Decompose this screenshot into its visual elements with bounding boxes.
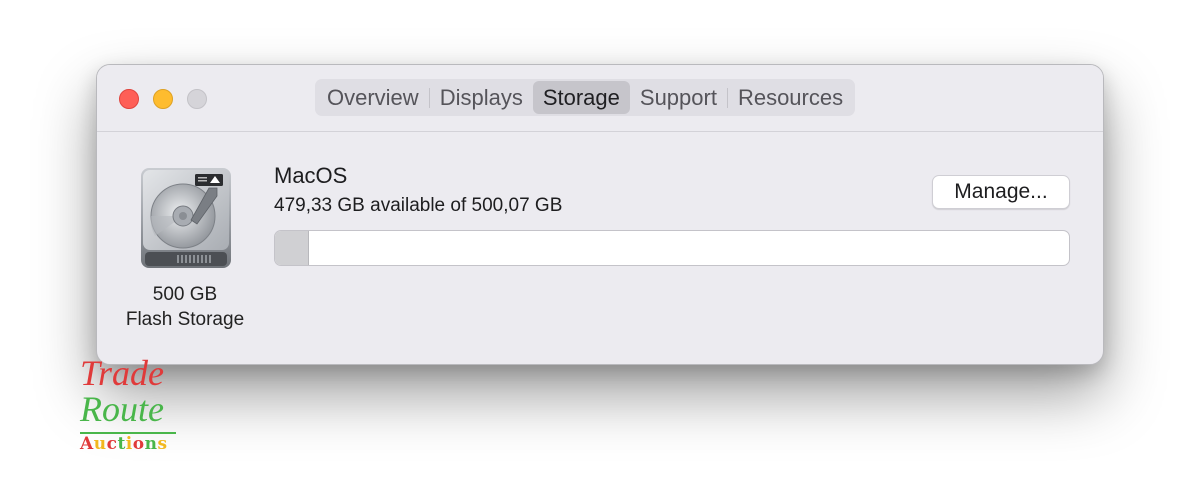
tab-support[interactable]: Support: [630, 81, 727, 114]
watermark-letter: o: [132, 434, 145, 454]
watermark-letter: n: [144, 434, 158, 454]
trade-route-auctions-watermark: Trade Route Auctions: [78, 352, 188, 462]
titlebar: Overview Displays Storage Support Resour…: [97, 65, 1103, 132]
watermark-letter: A: [80, 434, 94, 454]
watermark-letter: t: [117, 434, 126, 454]
tab-storage[interactable]: Storage: [532, 81, 630, 114]
watermark-letter: s: [157, 434, 168, 454]
close-window-button[interactable]: [119, 89, 139, 109]
hard-drive-icon: [137, 166, 235, 270]
tab-displays[interactable]: Displays: [430, 81, 533, 114]
watermark-letter: c: [106, 434, 118, 454]
disk-kind-label: Flash Storage: [125, 309, 245, 330]
manage-button[interactable]: Manage...: [932, 175, 1070, 209]
tab-bar: Overview Displays Storage Support Resour…: [315, 79, 856, 116]
disk-size-label: 500 GB: [152, 284, 218, 305]
tab-overview[interactable]: Overview: [317, 81, 429, 114]
storage-pane: 500 GB Flash Storage MacOS 479,33 GB ava…: [97, 132, 1103, 364]
screenshot-stage: Overview Displays Storage Support Resour…: [0, 0, 1200, 493]
storage-used-segment: [275, 231, 309, 265]
tab-resources[interactable]: Resources: [728, 81, 853, 114]
watermark-letter: i: [125, 434, 133, 454]
about-this-mac-window: Overview Displays Storage Support Resour…: [96, 64, 1104, 365]
volume-availability: 479,33 GB available of 500,07 GB: [274, 195, 563, 216]
watermark-line-auctions: Auctions: [80, 434, 168, 454]
storage-usage-bar: [274, 230, 1070, 266]
zoom-window-button[interactable]: [187, 89, 207, 109]
minimize-window-button[interactable]: [153, 89, 173, 109]
watermark-line-route: Route: [80, 389, 164, 429]
volume-name: MacOS: [274, 163, 348, 188]
watermark-letter: u: [93, 434, 107, 454]
